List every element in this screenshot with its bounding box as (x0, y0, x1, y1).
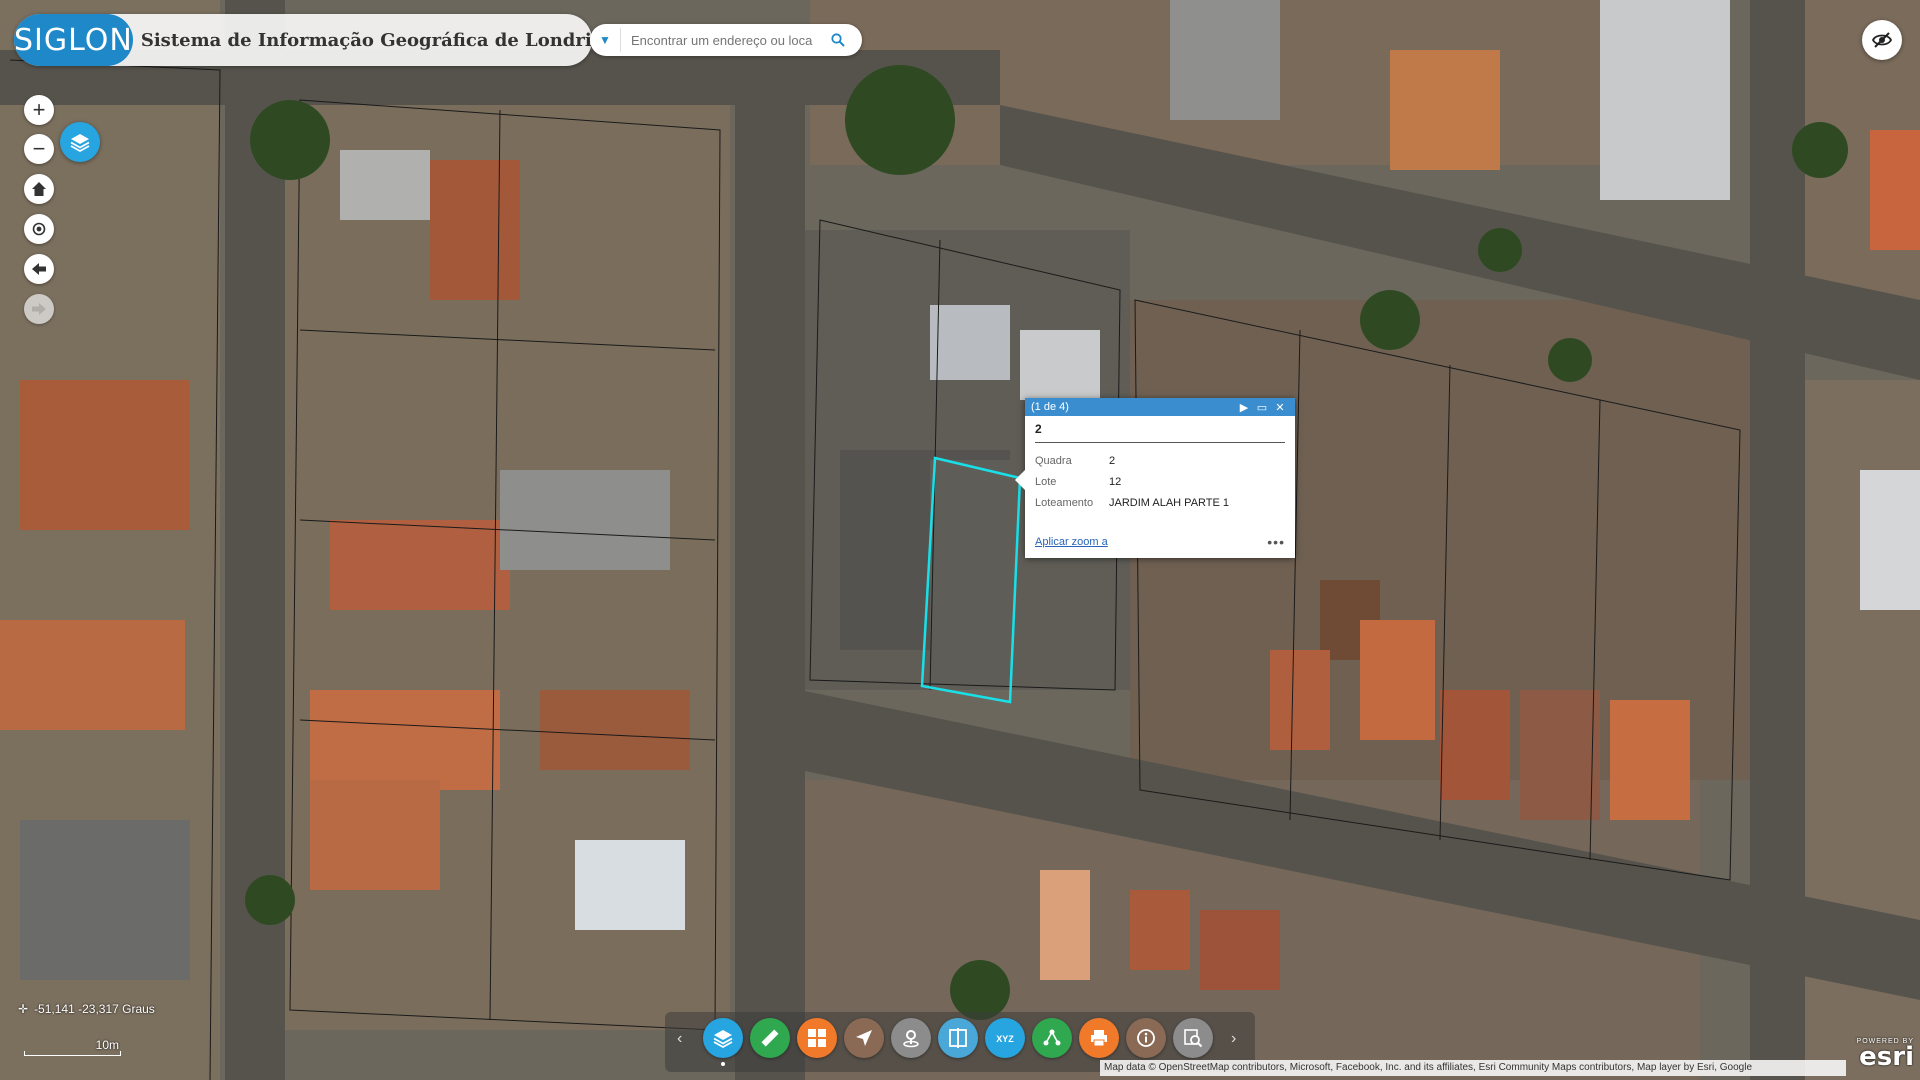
query-search-icon (1184, 1029, 1203, 1048)
tool-query[interactable] (1173, 1018, 1213, 1058)
search-icon (831, 33, 845, 47)
svg-text:XYZ: XYZ (996, 1034, 1014, 1044)
feature-popup: (1 de 4) ▶ ▭ ✕ 2 Quadra 2 Lote 12 Loteam… (1015, 398, 1295, 558)
tool-print[interactable] (1079, 1018, 1119, 1058)
attribute-label: Loteamento (1035, 497, 1094, 509)
next-extent-button[interactable] (24, 294, 54, 324)
tool-directions[interactable] (844, 1018, 884, 1058)
toolbar-next-button[interactable]: › (1231, 1030, 1236, 1048)
toolbar-prev-button[interactable]: ‹ (677, 1030, 682, 1048)
layers-icon (70, 134, 90, 153)
tool-share[interactable] (1032, 1018, 1072, 1058)
app-title: Sistema de Informação Geográfica de Lond… (140, 29, 617, 51)
siglon-logo[interactable]: SIGLON (14, 14, 133, 66)
attribute-label: Lote (1035, 476, 1057, 488)
split-view-icon (949, 1028, 967, 1048)
locate-crosshair-icon (32, 222, 46, 236)
search-input[interactable] (620, 28, 818, 52)
popup-pointer (1015, 470, 1025, 490)
attribute-row: Loteamento JARDIM ALAH PARTE 1 (1035, 493, 1285, 514)
next-feature-button[interactable]: ▶ (1235, 401, 1253, 414)
previous-extent-button[interactable] (24, 254, 54, 284)
popup-footer: Aplicar zoom a ••• (1035, 534, 1285, 550)
attribute-value: 12 (1109, 476, 1122, 488)
attribute-label: Quadra (1035, 455, 1072, 467)
tool-basemap-gallery[interactable] (797, 1018, 837, 1058)
popup-header: (1 de 4) ▶ ▭ ✕ (1025, 398, 1295, 416)
coordinate-text: -51,141 -23,317 Graus (34, 1002, 155, 1016)
search-button[interactable] (818, 33, 858, 47)
app-header: SIGLON Sistema de Informação Geográfica … (14, 14, 616, 66)
chevron-down-icon: ▼ (599, 33, 611, 47)
layers-icon (713, 1030, 733, 1049)
arrow-right-icon (32, 303, 46, 315)
zoom-out-button[interactable]: − (24, 134, 54, 164)
search-source-dropdown[interactable]: ▼ (590, 33, 620, 47)
zoom-in-button[interactable]: + (24, 95, 54, 125)
close-popup-button[interactable]: ✕ (1271, 401, 1289, 414)
tool-measure[interactable] (750, 1018, 790, 1058)
arrow-left-icon (32, 263, 46, 275)
home-button[interactable] (24, 174, 54, 204)
location-pin-icon (903, 1030, 919, 1048)
tool-layers[interactable] (703, 1018, 743, 1058)
locate-button[interactable] (24, 214, 54, 244)
chevron-right-icon: › (1231, 1030, 1237, 1047)
crosshair-icon: ✛ (18, 1002, 29, 1016)
attribute-value: JARDIM ALAH PARTE 1 (1109, 497, 1230, 509)
scale-bar: 10m (24, 1038, 121, 1056)
home-icon (32, 182, 46, 196)
chevron-left-icon: ‹ (677, 1030, 683, 1047)
minus-icon: − (32, 136, 46, 161)
measure-ruler-icon (761, 1029, 779, 1047)
directions-icon (856, 1030, 872, 1046)
attribute-row: Quadra 2 (1035, 451, 1285, 472)
popup-content: 2 Quadra 2 Lote 12 Loteamento JARDIM ALA… (1025, 416, 1295, 514)
tool-swipe[interactable] (938, 1018, 978, 1058)
tool-location[interactable] (891, 1018, 931, 1058)
xyz-coordinates-icon: XYZ (996, 1034, 1014, 1044)
coordinate-readout[interactable]: ✛ -51,141 -23,317 Graus (18, 1002, 155, 1016)
basemap-grid-icon (808, 1029, 826, 1047)
tool-about[interactable] (1126, 1018, 1166, 1058)
map-attribution[interactable]: Map data © OpenStreetMap contributors, M… (1100, 1060, 1846, 1076)
play-next-icon: ▶ (1239, 401, 1249, 414)
toggle-visibility-button[interactable] (1862, 20, 1902, 60)
attribute-row: Lote 12 (1035, 472, 1285, 493)
tool-coordinates[interactable]: XYZ (985, 1018, 1025, 1058)
zoom-to-link[interactable]: Aplicar zoom a (1035, 536, 1108, 548)
maximize-icon: ▭ (1256, 401, 1268, 414)
maximize-popup-button[interactable]: ▭ (1253, 401, 1271, 414)
print-icon (1091, 1030, 1107, 1047)
search-bar: ▼ (590, 24, 862, 56)
popup-title: 2 (1035, 422, 1285, 443)
popup-counter: (1 de 4) (1031, 401, 1069, 413)
map-view[interactable] (0, 0, 1920, 1080)
plus-icon: + (32, 97, 46, 122)
share-icon (1043, 1029, 1061, 1046)
esri-brand: esri (1859, 1042, 1914, 1072)
attribute-value: 2 (1109, 455, 1116, 467)
eye-slash-icon (1871, 32, 1893, 48)
esri-logo[interactable]: POWERED BY esri (1857, 1038, 1914, 1072)
active-tool-indicator (721, 1062, 725, 1066)
scale-label: 10m (95, 1038, 119, 1052)
info-icon (1137, 1029, 1155, 1047)
more-actions-button[interactable]: ••• (1267, 534, 1285, 550)
close-icon: ✕ (1275, 401, 1285, 414)
layers-quick-button[interactable] (60, 122, 100, 162)
